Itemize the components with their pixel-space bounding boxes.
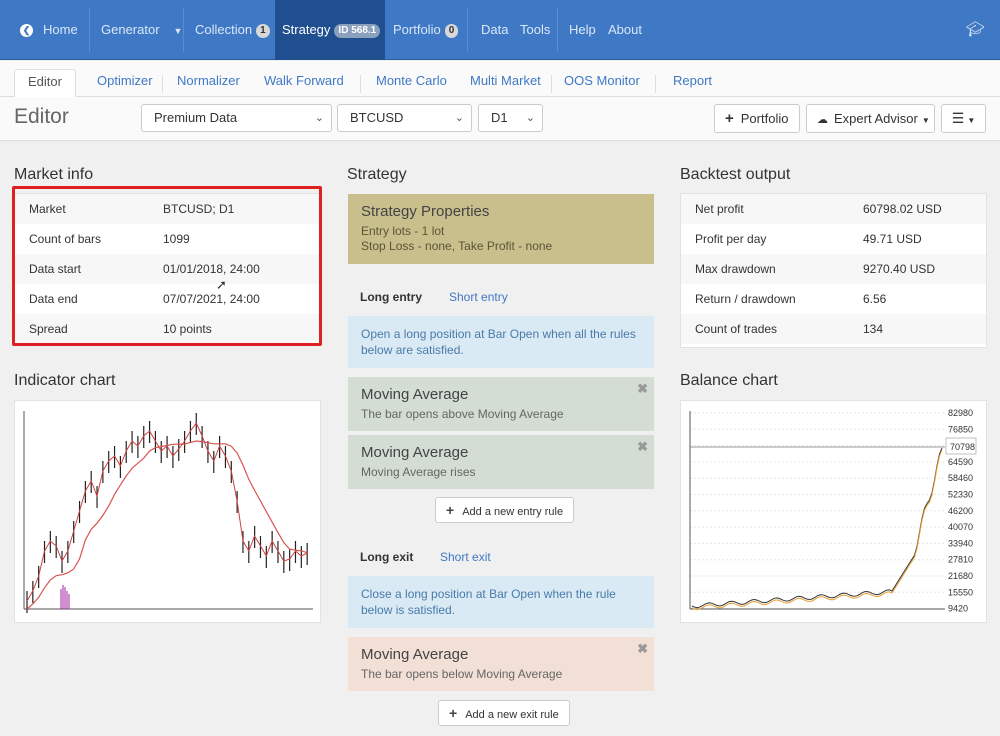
page-title: Editor <box>14 105 69 128</box>
backtest-row: Profit per day 49.71 USD <box>695 232 922 246</box>
backtest-row: Max drawdown 9270.40 USD <box>681 254 986 284</box>
exit-rule-card[interactable]: Moving Average The bar opens below Movin… <box>348 637 654 691</box>
backtest-row: Count of trades 134 <box>681 314 986 344</box>
tab-long-entry[interactable]: Long entry <box>360 290 422 304</box>
nav-generator[interactable]: Generator ▼ <box>101 0 182 60</box>
indicator-chart-panel <box>14 400 321 623</box>
home-icon: ❮ <box>20 24 33 38</box>
tab-monte-carlo[interactable]: Monte Carlo <box>376 69 447 97</box>
balance-line <box>691 447 943 609</box>
tab-optimizer[interactable]: Optimizer <box>97 69 153 97</box>
plus-icon: + <box>446 502 455 518</box>
nav-tools[interactable]: Tools <box>520 0 550 60</box>
balance-chart-panel: 82980 76850 64590 58460 52330 46200 40070 33940… <box>680 400 987 623</box>
collection-count-badge: 1 <box>256 23 270 38</box>
nav-portfolio[interactable]: Portfolio 0 <box>393 0 459 60</box>
balance-tick-label: 64590 <box>948 457 973 467</box>
exit-info-box: Close a long position at Bar Open when t… <box>348 576 654 628</box>
backtest-panel: Net profit 60798.02 USD Profit per day 49.… <box>680 193 987 348</box>
close-icon[interactable]: ✖ <box>637 641 648 657</box>
nav-about[interactable]: About <box>608 0 642 60</box>
current-balance-label: 70798 <box>950 442 975 452</box>
plus-icon: + <box>449 705 458 721</box>
tab-short-exit[interactable]: Short exit <box>440 550 491 564</box>
data-source-select[interactable]: Premium Data ⌄ <box>141 104 332 132</box>
caret-down-icon: ▼ <box>173 26 183 36</box>
tab-multi-market[interactable]: Multi Market <box>470 69 541 97</box>
expert-advisor-button[interactable]: ☁ Expert Advisor ▼ <box>806 104 935 133</box>
period-select[interactable]: D1 ⌄ <box>478 104 543 132</box>
tab-short-entry[interactable]: Short entry <box>449 290 508 304</box>
editor-toolbar: Editor Premium Data ⌄ BTCUSD ⌄ D1 ⌄ + Portfo… <box>0 97 1000 141</box>
entry-rule-card[interactable]: Moving Average The bar opens above Movin… <box>348 377 654 431</box>
balance-tick-label: 27810 <box>948 555 973 565</box>
tab-oos-monitor[interactable]: OOS Monitor <box>564 69 640 97</box>
nav-strategy[interactable]: Strategy ID 568.1 <box>275 0 385 60</box>
balance-tick-label: 82980 <box>948 408 973 418</box>
symbol-select[interactable]: BTCUSD ⌄ <box>337 104 472 132</box>
chevron-down-icon: ⌄ <box>454 112 464 124</box>
balance-tick-label: 33940 <box>948 538 973 548</box>
backtest-row: Return / drawdown 6.56 <box>695 292 887 306</box>
nav-help[interactable]: Help <box>569 0 596 60</box>
cloud-download-icon: ☁ <box>817 114 828 126</box>
balance-chart-heading: Balance chart <box>680 372 778 389</box>
tab-walk-forward[interactable]: Walk Forward <box>264 69 344 97</box>
stop-loss-text: Stop Loss - none, Take Profit - none <box>361 239 553 253</box>
market-info-heading: Market info <box>14 166 94 183</box>
graduation-cap-icon[interactable]: 🎓︎ <box>966 0 985 60</box>
balance-tick-label: 46200 <box>948 506 973 516</box>
indicator-chart <box>23 411 313 613</box>
balance-tick-label: 52330 <box>948 490 973 500</box>
balance-tick-label: 40070 <box>948 522 973 532</box>
nav-data[interactable]: Data <box>481 0 508 60</box>
editor-tabs: Editor Optimizer Normalizer Walk Forward… <box>0 61 1000 97</box>
close-icon[interactable]: ✖ <box>637 381 648 397</box>
tab-long-exit[interactable]: Long exit <box>360 550 413 564</box>
strategy-properties-title: Strategy Properties <box>361 203 490 220</box>
strategy-id-badge: ID 568.1 <box>334 23 381 38</box>
close-icon[interactable]: ✖ <box>637 439 648 455</box>
balance-tick-label: 21680 <box>948 571 973 581</box>
add-entry-rule-button[interactable]: + Add a new entry rule <box>435 497 575 523</box>
tab-editor[interactable]: Editor <box>14 69 76 97</box>
indicator-chart-heading: Indicator chart <box>14 372 116 389</box>
balance-chart: 82980 76850 64590 58460 52330 46200 40070 33940… <box>689 408 977 614</box>
nav-collection[interactable]: Collection 1 <box>195 0 270 60</box>
caret-down-icon: ▼ <box>967 116 976 125</box>
portfolio-count-badge: 0 <box>444 23 459 38</box>
strategy-properties-card[interactable]: Strategy Properties Entry lots - 1 lot S… <box>348 194 654 264</box>
hamburger-icon: ☰ <box>951 110 965 126</box>
entry-rule-card[interactable]: Moving Average Moving Average rises ✖ <box>348 435 654 489</box>
highlight-box <box>12 186 322 346</box>
chevron-down-icon: ⌄ <box>314 112 324 124</box>
balance-tick-label: 58460 <box>948 473 973 483</box>
strategy-heading: Strategy <box>347 166 407 183</box>
tab-normalizer[interactable]: Normalizer <box>177 69 240 97</box>
menu-button[interactable]: ☰ ▼ <box>941 104 986 133</box>
equity-line <box>691 449 943 611</box>
backtest-heading: Backtest output <box>680 166 791 183</box>
add-exit-rule-button[interactable]: + Add a new exit rule <box>438 700 570 726</box>
price-candles <box>26 413 308 613</box>
tab-report[interactable]: Report <box>673 69 712 97</box>
add-to-portfolio-button[interactable]: + Portfolio <box>714 104 800 133</box>
chevron-down-icon: ⌄ <box>525 112 535 124</box>
entry-lots-text: Entry lots - 1 lot <box>361 224 445 238</box>
plus-icon: + <box>725 110 734 127</box>
backtest-row: Net profit 60798.02 USD <box>681 194 986 224</box>
mouse-cursor-icon: ➚ <box>216 277 227 292</box>
caret-down-icon: ▼ <box>921 116 930 125</box>
top-navbar: ❮ Home Generator ▼ Collection 1 Strategy ID … <box>0 0 1000 60</box>
entry-info-box: Open a long position at Bar Open when al… <box>348 316 654 368</box>
nav-home[interactable]: ❮ Home <box>20 0 78 60</box>
volume-bars <box>60 585 70 609</box>
moving-average-line <box>26 440 308 610</box>
balance-tick-label: 76850 <box>948 424 973 434</box>
balance-tick-label: 15550 <box>948 587 973 597</box>
balance-tick-label: 9420 <box>948 604 968 614</box>
